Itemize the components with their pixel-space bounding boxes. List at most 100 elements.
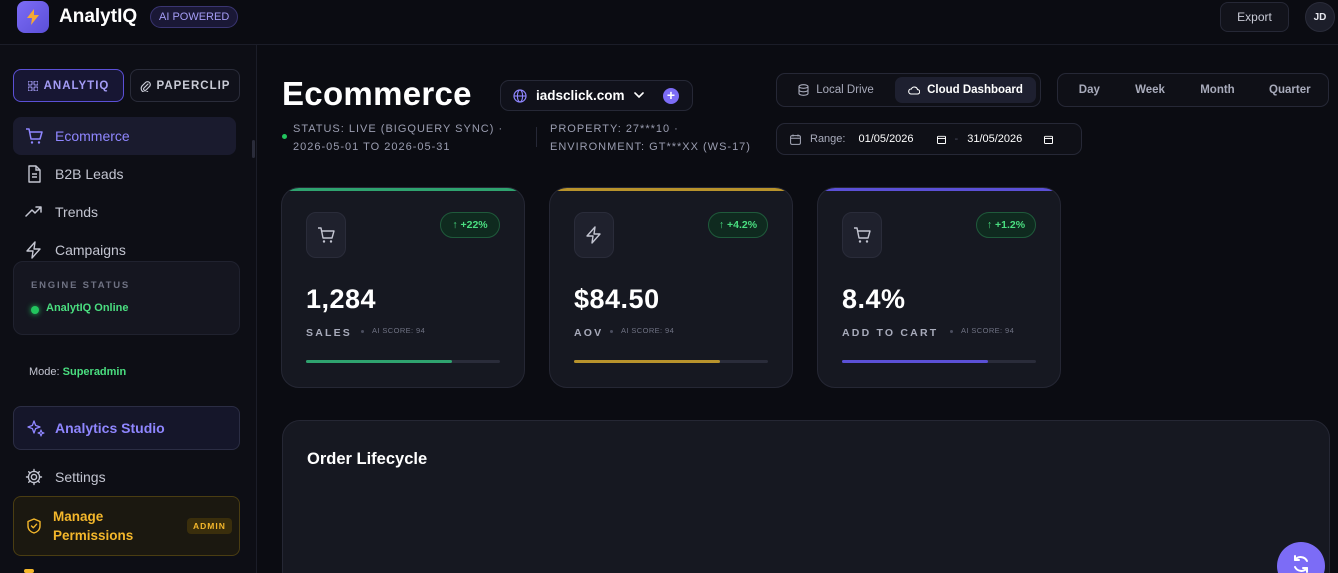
online-indicator-icon (31, 306, 39, 314)
card-icon-box (574, 212, 614, 258)
tab-analytiq-label: ANALYTIQ (43, 79, 110, 92)
kpi-card-aov[interactable]: ↑ +4.2% $84.50 AOV AI SCORE: 94 (549, 187, 793, 388)
globe-icon (513, 88, 527, 103)
period-week[interactable]: Week (1121, 77, 1180, 103)
period-month[interactable]: Month (1183, 77, 1251, 103)
paperclip-icon (140, 80, 151, 92)
card-icon-box (842, 212, 882, 258)
local-drive-label: Local Drive (816, 84, 874, 96)
manage-permissions-label: Manage Permissions (53, 509, 134, 543)
kpi-label: AOV (574, 327, 604, 339)
cart-icon (854, 227, 871, 243)
calendar-icon (790, 134, 801, 145)
meta-divider (536, 127, 537, 147)
kpi-label: ADD TO CART (842, 327, 939, 339)
card-icon-box (306, 212, 346, 258)
cloud-icon (908, 85, 921, 95)
date-range-picker: Range: 01/05/2026 - 31/05/2026 (776, 123, 1082, 155)
range-label: Range: (810, 133, 846, 145)
kpi-label: SALES (306, 327, 353, 339)
bolt-icon (26, 241, 41, 259)
top-bar: AnalytIQ AI POWERED Export JD (0, 0, 1338, 45)
live-status-icon (282, 134, 287, 139)
cloud-dashboard-option[interactable]: Cloud Dashboard (895, 77, 1036, 103)
card-accent-bar (282, 188, 524, 191)
delta-badge: ↑ +22% (440, 212, 500, 238)
kpi-card-sales[interactable]: ↑ +22% 1,284 SALES AI SCORE: 94 (281, 187, 525, 388)
kpi-value: $84.50 (574, 284, 660, 314)
manage-permissions-button[interactable]: Manage Permissions ADMIN (13, 496, 240, 556)
progress-fill (306, 360, 452, 363)
engine-status-card: ENGINE STATUS AnalytIQ Online (13, 261, 240, 335)
progress-track (306, 360, 500, 363)
cart-icon (318, 227, 335, 243)
sparkles-icon (27, 420, 45, 437)
kpi-card-add-to-cart[interactable]: ↑ +1.2% 8.4% ADD TO CART AI SCORE: 94 (817, 187, 1061, 388)
ai-powered-badge: AI POWERED (150, 6, 239, 28)
property-meta: PROPERTY: 27***10 · ENVIRONMENT: GT***XX… (550, 120, 751, 156)
sidebar: ANALYTIQ PAPERCLIP Ecommerce B2B Leads T… (0, 45, 257, 573)
cart-icon (26, 128, 43, 144)
delta-badge: ↑ +4.2% (708, 212, 768, 238)
progress-fill (842, 360, 988, 363)
sidebar-item-trends[interactable]: Trends (13, 193, 236, 231)
logo[interactable] (17, 1, 49, 33)
engine-status-label: ENGINE STATUS (31, 280, 131, 291)
mode-line: Mode: Superadmin (29, 366, 126, 378)
calendar-end-icon[interactable] (1044, 135, 1054, 144)
range-separator: - (954, 133, 959, 145)
shield-icon (27, 518, 41, 534)
date-range-line: 2026-05-01 TO 2026-05-31 (293, 141, 451, 153)
sidebar-item-settings[interactable]: Settings (13, 458, 236, 496)
data-source-toggle: Local Drive Cloud Dashboard (776, 73, 1041, 107)
delta-badge: ↑ +1.2% (976, 212, 1036, 238)
kpi-value: 8.4% (842, 284, 906, 314)
tab-paperclip[interactable]: PAPERCLIP (130, 69, 240, 102)
ai-score: AI SCORE: 94 (950, 326, 1014, 335)
progress-track (842, 360, 1036, 363)
refresh-icon (1294, 555, 1308, 573)
card-accent-bar (818, 188, 1060, 191)
period-quarter[interactable]: Quarter (1256, 77, 1324, 103)
mode-label: Mode: (29, 366, 60, 378)
progress-track (574, 360, 768, 363)
sidebar-item-label: Ecommerce (55, 128, 130, 144)
ai-score: AI SCORE: 94 (361, 326, 425, 335)
period-day[interactable]: Day (1062, 77, 1117, 103)
avatar[interactable]: JD (1305, 2, 1335, 32)
cutoff-menu-icon (24, 569, 34, 573)
order-lifecycle-panel: Order Lifecycle (282, 420, 1330, 573)
status-line: STATUS: LIVE (BIGQUERY SYNC) · (293, 123, 504, 135)
domain-selector[interactable]: iadsclick.com + (500, 80, 693, 111)
range-start-input[interactable]: 01/05/2026 (858, 133, 913, 145)
sidebar-item-label: Settings (55, 469, 106, 485)
domain-name: iadsclick.com (536, 88, 625, 103)
ai-score: AI SCORE: 94 (610, 326, 674, 335)
progress-fill (574, 360, 720, 363)
sidebar-scrollbar[interactable] (252, 140, 255, 158)
local-drive-option[interactable]: Local Drive (781, 77, 891, 103)
tab-analytiq[interactable]: ANALYTIQ (13, 69, 124, 102)
analytics-studio-button[interactable]: Analytics Studio (13, 406, 240, 450)
tab-paperclip-label: PAPERCLIP (156, 79, 231, 92)
add-domain-button[interactable]: + (663, 88, 679, 104)
export-button[interactable]: Export (1220, 2, 1289, 32)
sidebar-item-label: B2B Leads (55, 166, 124, 182)
sidebar-item-ecommerce[interactable]: Ecommerce (13, 117, 236, 155)
property-line: PROPERTY: 27***10 · (550, 123, 679, 135)
admin-badge: ADMIN (187, 518, 232, 534)
chevron-down-icon (633, 92, 644, 99)
card-accent-bar (550, 188, 792, 191)
trending-up-icon (25, 206, 42, 217)
environment-line: ENVIRONMENT: GT***XX (WS-17) (550, 141, 751, 153)
range-end-input[interactable]: 31/05/2026 (967, 133, 1022, 145)
grid-icon (27, 80, 38, 91)
status-meta: STATUS: LIVE (BIGQUERY SYNC) · 2026-05-0… (293, 120, 503, 156)
calendar-start-icon[interactable] (936, 135, 946, 144)
sidebar-item-b2b-leads[interactable]: B2B Leads (13, 155, 236, 193)
bolt-icon (586, 226, 601, 244)
document-icon (28, 165, 41, 183)
bolt-logo-icon (27, 9, 39, 25)
order-lifecycle-title: Order Lifecycle (307, 450, 428, 468)
sidebar-item-label: Trends (55, 204, 99, 220)
